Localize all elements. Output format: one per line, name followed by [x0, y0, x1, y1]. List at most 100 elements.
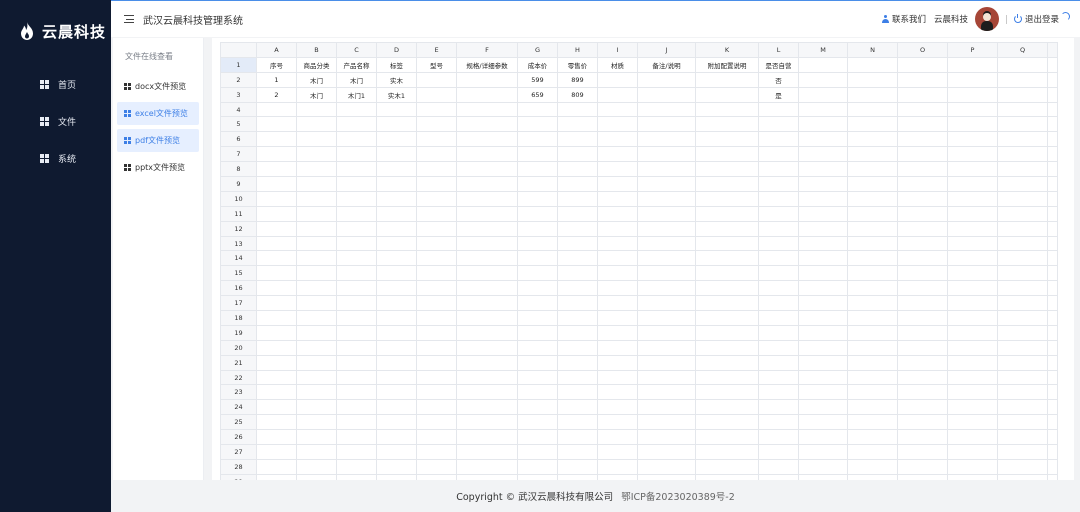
row-header[interactable]: 25: [220, 414, 257, 431]
cell[interactable]: [947, 354, 998, 371]
cell[interactable]: [456, 354, 518, 371]
cell[interactable]: [456, 414, 518, 431]
cell[interactable]: [296, 354, 337, 371]
cell[interactable]: [517, 146, 558, 163]
cell[interactable]: [256, 235, 297, 252]
cell[interactable]: [336, 190, 377, 207]
submenu-item-excel[interactable]: excel文件预览: [117, 102, 199, 125]
cell[interactable]: [517, 101, 558, 118]
cell[interactable]: [336, 384, 377, 401]
cell[interactable]: [376, 444, 417, 460]
cell[interactable]: [416, 369, 457, 386]
cell[interactable]: [256, 429, 297, 446]
cell[interactable]: [376, 280, 417, 297]
cell[interactable]: [376, 458, 417, 475]
cell[interactable]: [637, 384, 696, 401]
cell[interactable]: [597, 101, 638, 118]
cell[interactable]: [847, 458, 898, 475]
cell[interactable]: [947, 369, 998, 386]
cell[interactable]: [296, 399, 337, 416]
cell[interactable]: [336, 429, 377, 446]
cell[interactable]: [376, 429, 417, 446]
cell[interactable]: [597, 265, 638, 282]
cell[interactable]: [296, 250, 337, 267]
cell[interactable]: [376, 265, 417, 282]
cell[interactable]: [947, 429, 998, 446]
cell[interactable]: [847, 86, 898, 103]
cell[interactable]: [517, 205, 558, 222]
cell[interactable]: [517, 339, 558, 356]
cell[interactable]: [256, 265, 297, 282]
submenu-item-pdf[interactable]: pdf文件预览: [117, 129, 199, 152]
submenu-item-pptx[interactable]: pptx文件预览: [117, 156, 199, 179]
cell[interactable]: [758, 101, 799, 118]
cell[interactable]: [517, 414, 558, 431]
cell[interactable]: [517, 354, 558, 371]
cell[interactable]: [637, 414, 696, 431]
cell[interactable]: [456, 146, 518, 163]
cell[interactable]: [416, 190, 457, 207]
cell[interactable]: 材质: [597, 56, 638, 73]
cell[interactable]: [256, 458, 297, 475]
cell[interactable]: [798, 101, 848, 118]
cell[interactable]: [947, 310, 998, 326]
nav-item-system[interactable]: 系统: [0, 140, 111, 177]
cell[interactable]: [847, 265, 898, 282]
cell[interactable]: [798, 220, 848, 237]
cell[interactable]: 零售价: [557, 56, 598, 73]
row-header[interactable]: 12: [220, 220, 257, 237]
row-header[interactable]: 14: [220, 250, 257, 267]
cell[interactable]: [376, 369, 417, 386]
cell[interactable]: [758, 429, 799, 446]
row-header[interactable]: 3: [220, 86, 257, 103]
cell[interactable]: [517, 235, 558, 252]
cell[interactable]: [376, 399, 417, 416]
cell[interactable]: [897, 414, 948, 431]
cell[interactable]: [847, 369, 898, 386]
cell[interactable]: [557, 384, 598, 401]
cell[interactable]: [557, 414, 598, 431]
cell[interactable]: [456, 131, 518, 148]
cell[interactable]: [557, 176, 598, 192]
cell[interactable]: [997, 71, 1048, 88]
cell[interactable]: [637, 176, 696, 192]
cell[interactable]: [637, 324, 696, 341]
cell[interactable]: [256, 131, 297, 148]
cell[interactable]: [517, 310, 558, 326]
cell[interactable]: [336, 444, 377, 460]
cell[interactable]: [256, 414, 297, 431]
cell[interactable]: [336, 131, 377, 148]
cell[interactable]: [695, 265, 759, 282]
cell[interactable]: [597, 161, 638, 178]
row-header[interactable]: 4: [220, 101, 257, 118]
cell[interactable]: [557, 220, 598, 237]
column-header[interactable]: F: [456, 42, 518, 58]
cell[interactable]: [897, 399, 948, 416]
contact-us-link[interactable]: 联系我们: [881, 13, 926, 25]
cell[interactable]: [798, 339, 848, 356]
cell[interactable]: [256, 339, 297, 356]
cell[interactable]: [376, 176, 417, 192]
cell[interactable]: [416, 86, 457, 103]
cell[interactable]: [517, 429, 558, 446]
cell[interactable]: [416, 444, 457, 460]
cell[interactable]: [847, 280, 898, 297]
cell[interactable]: [456, 369, 518, 386]
cell[interactable]: [637, 280, 696, 297]
cell[interactable]: [695, 101, 759, 118]
cell[interactable]: [947, 161, 998, 178]
cell[interactable]: 899: [557, 71, 598, 88]
cell[interactable]: [897, 161, 948, 178]
cell[interactable]: [758, 190, 799, 207]
cell[interactable]: [416, 310, 457, 326]
cell[interactable]: [798, 86, 848, 103]
cell[interactable]: [597, 414, 638, 431]
cell[interactable]: [456, 444, 518, 460]
row-header[interactable]: 28: [220, 458, 257, 475]
cell[interactable]: [897, 176, 948, 192]
cell[interactable]: [637, 146, 696, 163]
cell[interactable]: [847, 295, 898, 312]
cell[interactable]: 实木: [376, 71, 417, 88]
cell[interactable]: [416, 235, 457, 252]
cell[interactable]: [897, 354, 948, 371]
